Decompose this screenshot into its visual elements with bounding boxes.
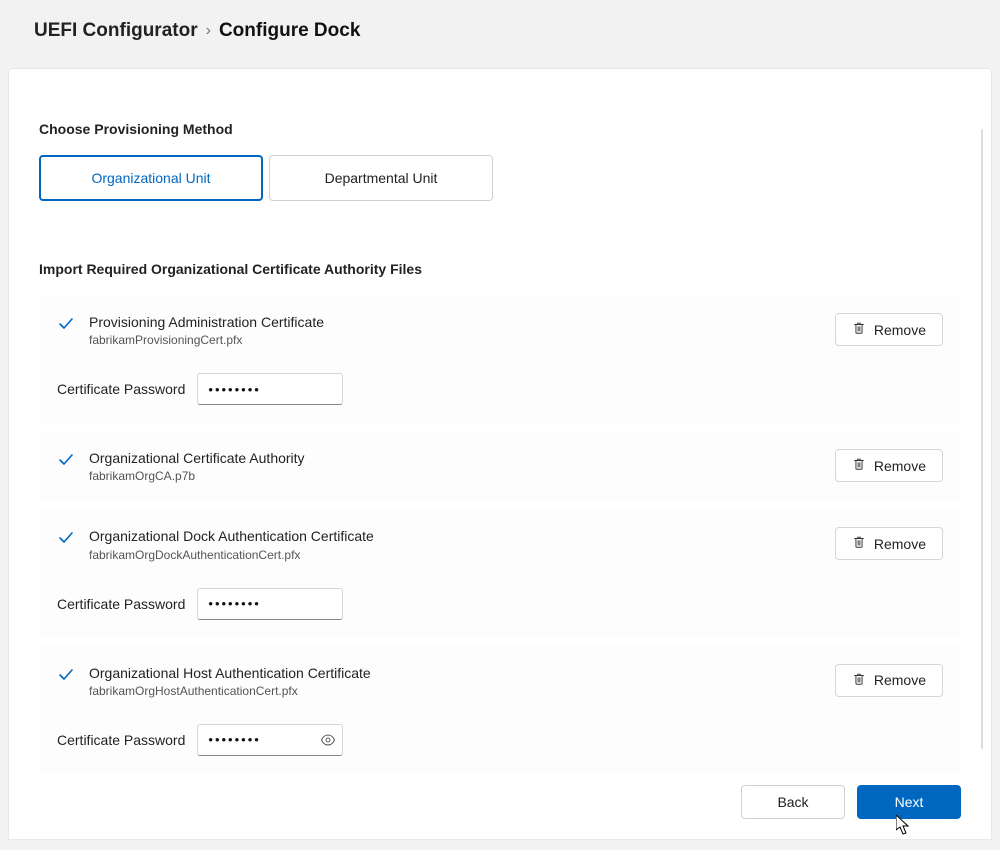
remove-label: Remove <box>874 322 926 338</box>
breadcrumb-parent[interactable]: UEFI Configurator <box>34 20 198 42</box>
password-label: Certificate Password <box>57 732 185 748</box>
cert-filename: fabrikamOrgHostAuthenticationCert.pfx <box>89 684 371 698</box>
check-icon <box>57 451 75 469</box>
cert-card: Provisioning Administration Certificate … <box>39 295 961 423</box>
remove-button[interactable]: Remove <box>835 313 943 346</box>
remove-button[interactable]: Remove <box>835 527 943 560</box>
provisioning-method-title: Choose Provisioning Method <box>39 121 961 137</box>
certificate-password-input[interactable] <box>197 588 343 620</box>
cert-card: Organizational Dock Authentication Certi… <box>39 509 961 637</box>
wizard-footer: Back Next <box>741 785 961 819</box>
cert-title: Organizational Host Authentication Certi… <box>89 664 371 682</box>
remove-label: Remove <box>874 672 926 688</box>
cert-card: Organizational Certificate Authority fab… <box>39 431 961 501</box>
trash-icon <box>852 535 866 552</box>
remove-button[interactable]: Remove <box>835 449 943 482</box>
departmental-unit-button[interactable]: Departmental Unit <box>269 155 493 201</box>
chevron-right-icon: › <box>204 22 213 40</box>
cert-filename: fabrikamOrgCA.p7b <box>89 469 305 483</box>
cert-filename: fabrikamProvisioningCert.pfx <box>89 333 324 347</box>
password-label: Certificate Password <box>57 381 185 397</box>
cert-card: Organizational Host Authentication Certi… <box>39 646 961 774</box>
next-button[interactable]: Next <box>857 785 961 819</box>
organizational-unit-button[interactable]: Organizational Unit <box>39 155 263 201</box>
breadcrumb-current: Configure Dock <box>219 20 360 42</box>
trash-icon <box>852 457 866 474</box>
check-icon <box>57 529 75 547</box>
provisioning-method-group: Organizational Unit Departmental Unit <box>39 155 961 201</box>
back-button[interactable]: Back <box>741 785 845 819</box>
breadcrumb: UEFI Configurator › Configure Dock <box>0 0 1000 68</box>
password-label: Certificate Password <box>57 596 185 612</box>
cert-title: Provisioning Administration Certificate <box>89 313 324 331</box>
cert-title: Organizational Certificate Authority <box>89 449 305 467</box>
check-icon <box>57 666 75 684</box>
trash-icon <box>852 321 866 338</box>
certificate-password-input[interactable] <box>197 373 343 405</box>
trash-icon <box>852 672 866 689</box>
cert-filename: fabrikamOrgDockAuthenticationCert.pfx <box>89 548 374 562</box>
remove-label: Remove <box>874 536 926 552</box>
main-panel: Choose Provisioning Method Organizationa… <box>8 68 992 840</box>
import-files-title: Import Required Organizational Certifica… <box>39 261 961 277</box>
reveal-password-icon[interactable] <box>319 731 337 749</box>
remove-button[interactable]: Remove <box>835 664 943 697</box>
scrollbar[interactable] <box>981 129 983 749</box>
check-icon <box>57 315 75 333</box>
remove-label: Remove <box>874 458 926 474</box>
cert-title: Organizational Dock Authentication Certi… <box>89 527 374 545</box>
